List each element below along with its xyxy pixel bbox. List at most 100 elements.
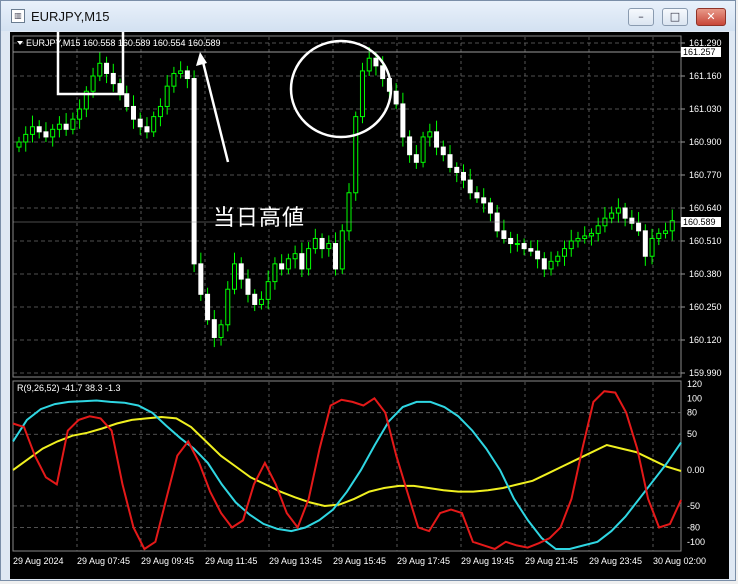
indicator-plot-frame	[12, 380, 682, 552]
candle-body	[77, 108, 83, 120]
candle-body	[144, 126, 150, 133]
candle-body	[562, 248, 568, 257]
candle-body	[211, 319, 217, 338]
candle-body	[238, 263, 244, 280]
window-title: EURJPY,M15	[31, 9, 110, 24]
candle-body	[629, 217, 635, 224]
time-axis-label: 29 Aug 13:45	[269, 556, 322, 566]
title-bar[interactable]: ▥ EURJPY,M15 – □ ✕	[1, 1, 735, 31]
candle-body	[178, 70, 184, 74]
time-axis-label: 29 Aug 15:45	[333, 556, 386, 566]
time-axis: 29 Aug 2024 29 Aug 07:45 29 Aug 09:45 29 Au…	[13, 556, 706, 566]
candle-body	[528, 248, 534, 252]
candle-body	[245, 278, 251, 295]
time-axis-label: 29 Aug 17:45	[397, 556, 450, 566]
candle-body	[319, 237, 325, 250]
candle-body	[366, 57, 372, 72]
indicator-red-line	[12, 390, 682, 551]
chart-canvas[interactable]: 161.290161.160161.030160.900160.770160.6…	[10, 26, 729, 579]
candle-body	[481, 197, 487, 204]
price-axis-label: 160.510	[689, 236, 722, 246]
maximize-button[interactable]: □	[662, 8, 688, 26]
annotation-label: 当日高値	[213, 206, 306, 231]
candle-body	[636, 222, 642, 232]
candle-body	[258, 298, 264, 305]
candle-body	[535, 250, 541, 260]
price-axis-label: 160.120	[689, 335, 722, 345]
candle-body	[36, 126, 42, 133]
indicator-cyan-line	[12, 399, 682, 550]
grid-lines	[13, 37, 681, 551]
candle-body	[299, 253, 305, 270]
candle-body	[157, 105, 163, 118]
candle-body	[427, 131, 433, 138]
indicator-axis-label: 120	[687, 379, 702, 389]
candle-body	[63, 123, 69, 130]
candle-body	[252, 293, 258, 305]
candle-body	[232, 263, 238, 290]
candle-body	[548, 260, 554, 270]
indicator-axis: 120 100 80 50 0.00 -50 -80 -100	[687, 379, 705, 547]
candle-body	[359, 70, 365, 118]
candle-body	[29, 126, 35, 135]
candle-body	[339, 230, 345, 270]
time-axis-label: 29 Aug 11:45	[205, 556, 257, 566]
candle-body	[400, 103, 406, 138]
candle-body	[130, 105, 136, 120]
candle-body	[279, 263, 285, 270]
high-price-label: 161.257	[683, 47, 716, 57]
price-axis-label: 160.250	[689, 302, 722, 312]
candle-body	[582, 235, 588, 239]
candle-body	[171, 72, 177, 87]
indicator-axis-label: 0.00	[687, 465, 705, 475]
candle-body	[615, 207, 621, 214]
candle-body	[467, 179, 473, 194]
candle-body	[413, 154, 419, 163]
candle-body	[191, 78, 197, 265]
chart-window-icon: ▥	[11, 9, 25, 23]
candle-body	[663, 230, 669, 234]
indicator-header: R(9,26,52) -41.7 38.3 -1.3	[17, 383, 121, 393]
price-axis-label: 160.900	[689, 137, 722, 147]
candle-body	[124, 93, 130, 107]
candle-body	[487, 202, 493, 214]
candle-body	[642, 230, 648, 257]
time-axis-label: 29 Aug 07:45	[77, 556, 130, 566]
candle-body	[595, 225, 601, 234]
candle-body	[373, 57, 379, 67]
candle-body	[346, 192, 352, 232]
candle-body	[609, 212, 615, 219]
candle-body	[151, 116, 157, 133]
candle-body	[555, 255, 561, 262]
candle-body	[90, 75, 96, 92]
candle-body	[265, 281, 271, 300]
candlesticks[interactable]	[16, 47, 675, 348]
price-axis-label: 160.770	[689, 170, 722, 180]
candle-body	[454, 166, 460, 173]
candle-body	[333, 243, 339, 270]
candle-body	[56, 123, 62, 130]
chart-area[interactable]: 161.290 161.160 161.030 160.900 160.770 160.6…	[10, 26, 729, 579]
price-axis-label: 161.030	[689, 104, 722, 114]
candle-body	[43, 131, 49, 138]
candle-body	[205, 293, 211, 321]
price-axis-label: 161.160	[689, 71, 722, 81]
candle-body	[588, 232, 594, 237]
indicator-axis-label: -50	[687, 501, 700, 511]
time-axis-label: 29 Aug 09:45	[141, 556, 194, 566]
candle-body	[501, 230, 507, 239]
chart-window: ▥ EURJPY,M15 – □ ✕ 161.290 161.160 161.030…	[0, 0, 736, 581]
candle-body	[184, 70, 190, 80]
candle-body	[440, 146, 446, 156]
minimize-button[interactable]: –	[628, 8, 654, 26]
price-axis: 161.290161.160161.030160.900160.770160.6…	[681, 38, 722, 378]
close-button[interactable]: ✕	[696, 8, 726, 26]
candle-body	[447, 154, 453, 168]
candle-body	[285, 258, 291, 270]
candle-body	[218, 324, 224, 338]
candle-body	[312, 237, 318, 250]
candle-body	[306, 248, 312, 270]
candle-body	[97, 62, 103, 77]
candle-body	[272, 263, 278, 283]
price-axis-label: 159.990	[689, 368, 722, 378]
